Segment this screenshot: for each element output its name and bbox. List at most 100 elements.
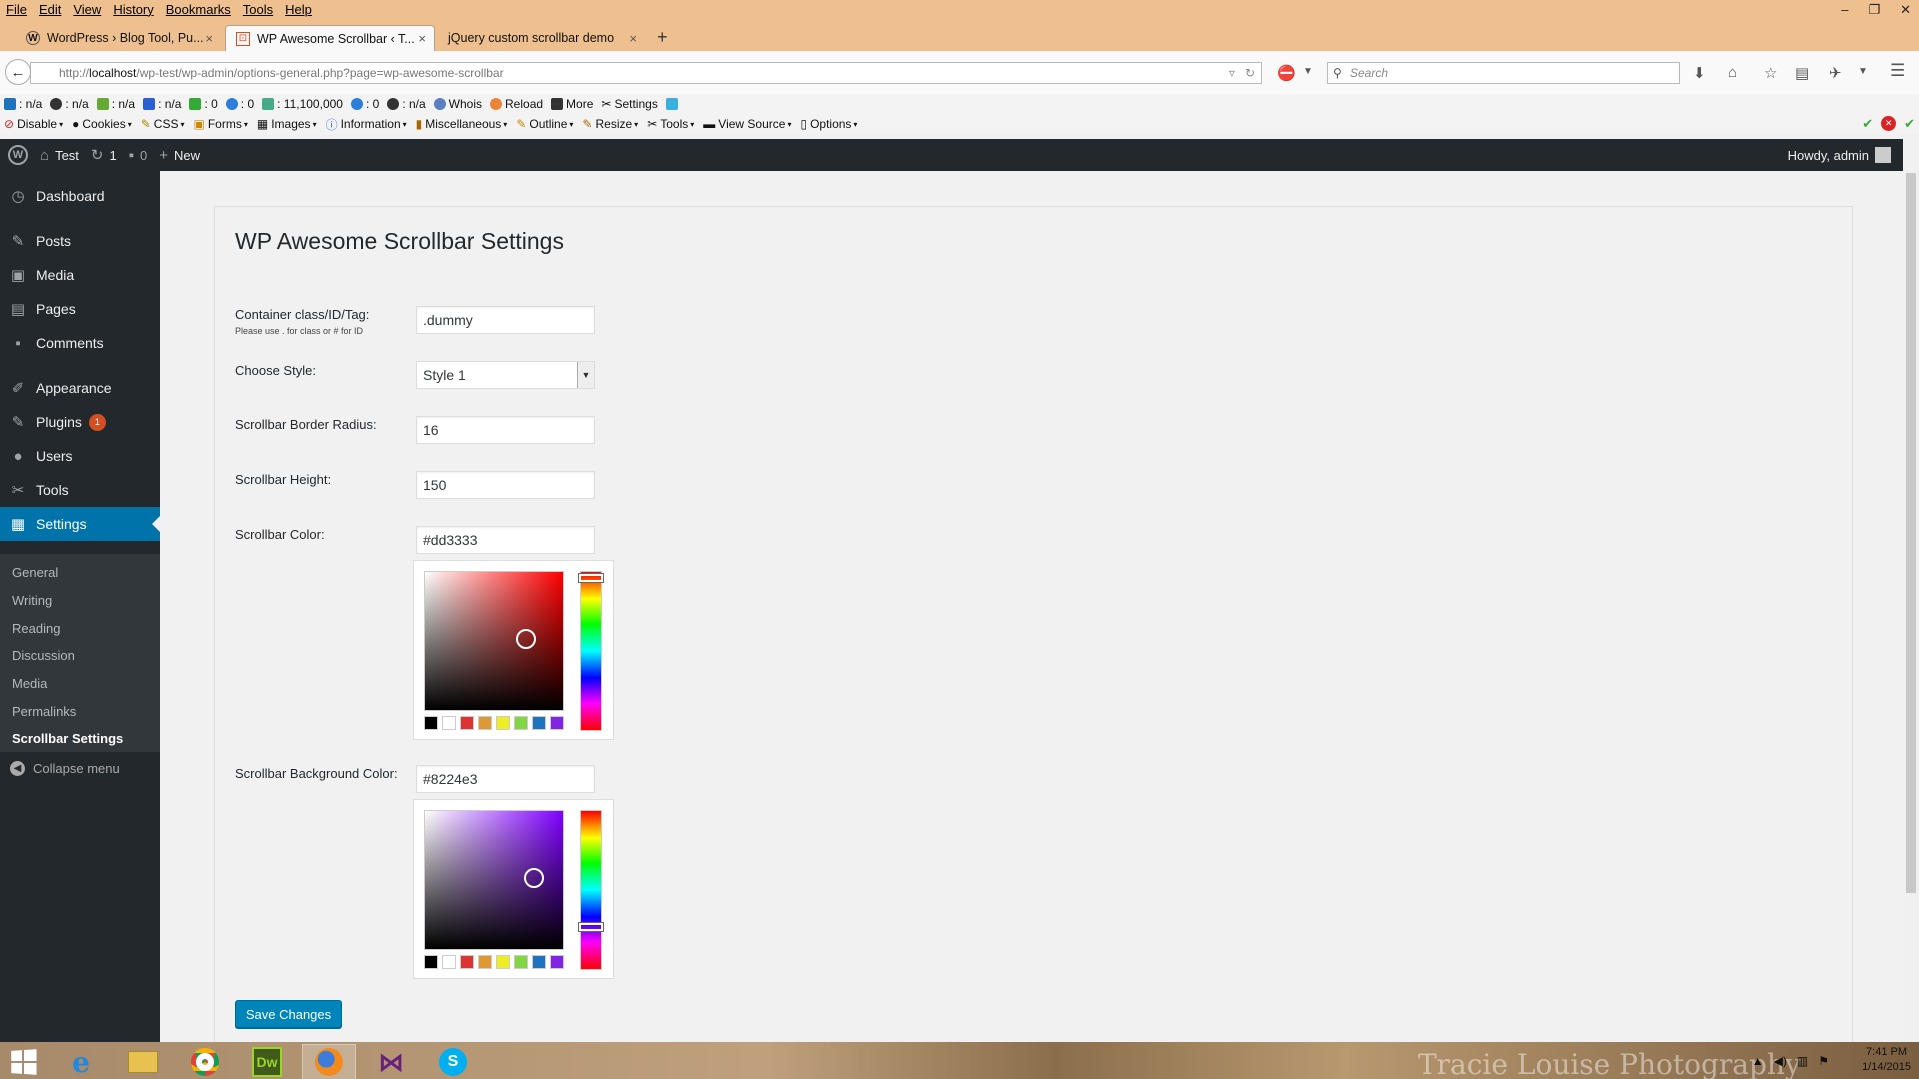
download-icon[interactable]: ⬇ <box>1693 64 1706 82</box>
miscellaneous-menu[interactable]: ▮ Miscellaneous ▾ <box>416 117 508 131</box>
palette-swatch[interactable] <box>550 716 564 730</box>
sidebar-item-plugins[interactable]: ✎ Plugins 1 <box>0 405 160 439</box>
sidebar-item-comments[interactable]: ▪ Comments <box>0 326 160 360</box>
view-source-menu[interactable]: ▬ View Source ▾ <box>703 117 791 131</box>
menu-bookmarks[interactable]: Bookmarks <box>166 2 231 17</box>
saturation-square[interactable] <box>424 571 564 711</box>
error-icon[interactable]: ✕ <box>1881 116 1897 131</box>
check-icon[interactable]: ✔ <box>1904 116 1915 132</box>
submenu-general[interactable]: General <box>12 565 58 580</box>
url-bar[interactable]: http://localhost/wp-test/wp-admin/option… <box>30 62 1262 84</box>
color-handle[interactable] <box>516 629 536 649</box>
windows-start-icon[interactable] <box>11 1049 39 1075</box>
dropdown-arrow-icon[interactable]: ▼ <box>1303 66 1313 77</box>
cookies-menu[interactable]: ● Cookies ▾ <box>72 117 132 131</box>
color-handle[interactable] <box>524 868 544 888</box>
chrome-icon[interactable] <box>178 1044 232 1079</box>
close-tab-icon[interactable]: × <box>629 31 637 46</box>
my-account-menu[interactable]: Howdy, admin <box>1788 139 1891 171</box>
height-input[interactable]: 150 <box>416 471 595 499</box>
palette-swatch[interactable] <box>514 955 528 969</box>
check-icon[interactable]: ✔ <box>1862 116 1873 132</box>
palette-swatch[interactable] <box>514 716 528 730</box>
palette-swatch[interactable] <box>442 716 456 730</box>
hue-slider[interactable] <box>579 571 603 731</box>
submenu-permalinks[interactable]: Permalinks <box>12 704 76 719</box>
sidebar-item-pages[interactable]: ▤ Pages <box>0 292 160 326</box>
palette-swatch[interactable] <box>496 716 510 730</box>
tray-arrow-icon[interactable]: ▲ <box>1752 1054 1764 1068</box>
addon-icon[interactable]: ⛔ <box>1277 64 1296 82</box>
forms-menu[interactable]: ▣ Forms ▾ <box>194 117 248 131</box>
reload-icon[interactable]: ↻ <box>1245 66 1255 80</box>
outline-menu[interactable]: ✎ Outline ▾ <box>516 117 573 131</box>
style-select[interactable]: Style 1 ▼ <box>416 361 595 389</box>
dropdown-arrow-icon[interactable]: ▿ <box>1229 66 1235 80</box>
search-input[interactable]: ⚲ Search <box>1327 62 1680 84</box>
close-tab-icon[interactable]: × <box>418 31 426 46</box>
tab-wordpress[interactable]: W WordPress › Blog Tool, Pu... × <box>16 25 221 51</box>
scrollbar-bg-color-picker[interactable] <box>413 799 614 979</box>
container-input[interactable]: .dummy <box>416 306 595 334</box>
skype-icon[interactable]: S <box>426 1044 480 1079</box>
file-explorer-icon[interactable] <box>116 1044 170 1079</box>
page-scrollbar[interactable] <box>1903 171 1919 1042</box>
css-menu[interactable]: ✎ CSS ▾ <box>141 117 185 131</box>
firefox-icon[interactable] <box>302 1044 356 1079</box>
internet-explorer-icon[interactable]: e <box>54 1044 108 1079</box>
scrollbar-thumb[interactable] <box>1906 173 1916 893</box>
options-menu[interactable]: ▯ Options ▾ <box>800 117 857 131</box>
network-icon[interactable]: ▥ <box>1797 1054 1808 1068</box>
border-radius-input[interactable]: 16 <box>416 416 595 444</box>
flag-icon[interactable]: ⚑ <box>1818 1054 1829 1068</box>
palette-swatch[interactable] <box>496 955 510 969</box>
tools-menu[interactable]: ✂ Tools ▾ <box>647 117 694 131</box>
menu-tools[interactable]: Tools <box>243 2 273 17</box>
close-window-button[interactable]: ✕ <box>1900 2 1911 18</box>
star-bookmark-icon[interactable]: ☆ <box>1764 64 1777 82</box>
dropdown-arrow-icon[interactable]: ▼ <box>1858 66 1868 77</box>
wordpress-logo-icon[interactable]: W <box>8 145 28 165</box>
palette-swatch[interactable] <box>442 955 456 969</box>
sidebar-item-dashboard[interactable]: ◷ Dashboard <box>0 179 160 213</box>
extension-icon[interactable]: ✈ <box>1829 64 1842 82</box>
palette-swatch[interactable] <box>424 955 438 969</box>
scrollbar-bg-color-input[interactable]: #8224e3 <box>416 765 595 793</box>
sidebar-item-appearance[interactable]: ✐ Appearance <box>0 371 160 405</box>
hue-slider[interactable] <box>579 810 603 970</box>
hamburger-menu-icon[interactable]: ☰ <box>1890 61 1905 81</box>
palette-swatch[interactable] <box>460 955 474 969</box>
submenu-media[interactable]: Media <box>12 676 47 691</box>
palette-swatch[interactable] <box>550 955 564 969</box>
new-content-link[interactable]: + New <box>159 147 200 164</box>
submenu-discussion[interactable]: Discussion <box>12 648 75 663</box>
sidebar-item-media[interactable]: ▣ Media <box>0 258 160 292</box>
palette-swatch[interactable] <box>532 716 546 730</box>
submenu-writing[interactable]: Writing <box>12 593 52 608</box>
scrollbar-color-input[interactable]: #dd3333 <box>416 526 595 554</box>
saturation-square[interactable] <box>424 810 564 950</box>
save-changes-button[interactable]: Save Changes <box>235 1000 342 1028</box>
palette-swatch[interactable] <box>478 716 492 730</box>
back-button[interactable]: ← <box>5 59 31 85</box>
sidebar-item-users[interactable]: ● Users <box>0 439 160 473</box>
comments-link[interactable]: ▪ 0 <box>129 147 148 164</box>
information-menu[interactable]: ⓘ Information ▾ <box>326 116 407 133</box>
images-menu[interactable]: ▦ Images ▾ <box>257 117 317 131</box>
home-icon[interactable]: ⌂ <box>1728 64 1737 81</box>
site-name-link[interactable]: ⌂ Test <box>40 147 79 164</box>
restore-button[interactable]: ❐ <box>1868 2 1880 18</box>
menu-file[interactable]: File <box>6 2 27 17</box>
reading-list-icon[interactable]: ▤ <box>1795 64 1809 82</box>
minimize-button[interactable]: – <box>1841 2 1848 17</box>
sidebar-item-posts[interactable]: ✎ Posts <box>0 224 160 258</box>
close-tab-icon[interactable]: × <box>205 31 213 46</box>
submenu-reading[interactable]: Reading <box>12 621 60 636</box>
palette-swatch[interactable] <box>424 716 438 730</box>
tab-jquery-demo[interactable]: jQuery custom scrollbar demo × <box>438 25 645 51</box>
collapse-menu-button[interactable]: ◀ Collapse menu <box>10 761 120 776</box>
clock[interactable]: 7:41 PM 1/14/2015 <box>1862 1045 1911 1075</box>
submenu-scrollbar-settings[interactable]: Scrollbar Settings <box>12 731 123 746</box>
tab-wp-awesome-scrollbar[interactable]: ⊡ WP Awesome Scrollbar ‹ T... × <box>225 25 435 51</box>
new-tab-button[interactable]: + <box>657 27 668 48</box>
